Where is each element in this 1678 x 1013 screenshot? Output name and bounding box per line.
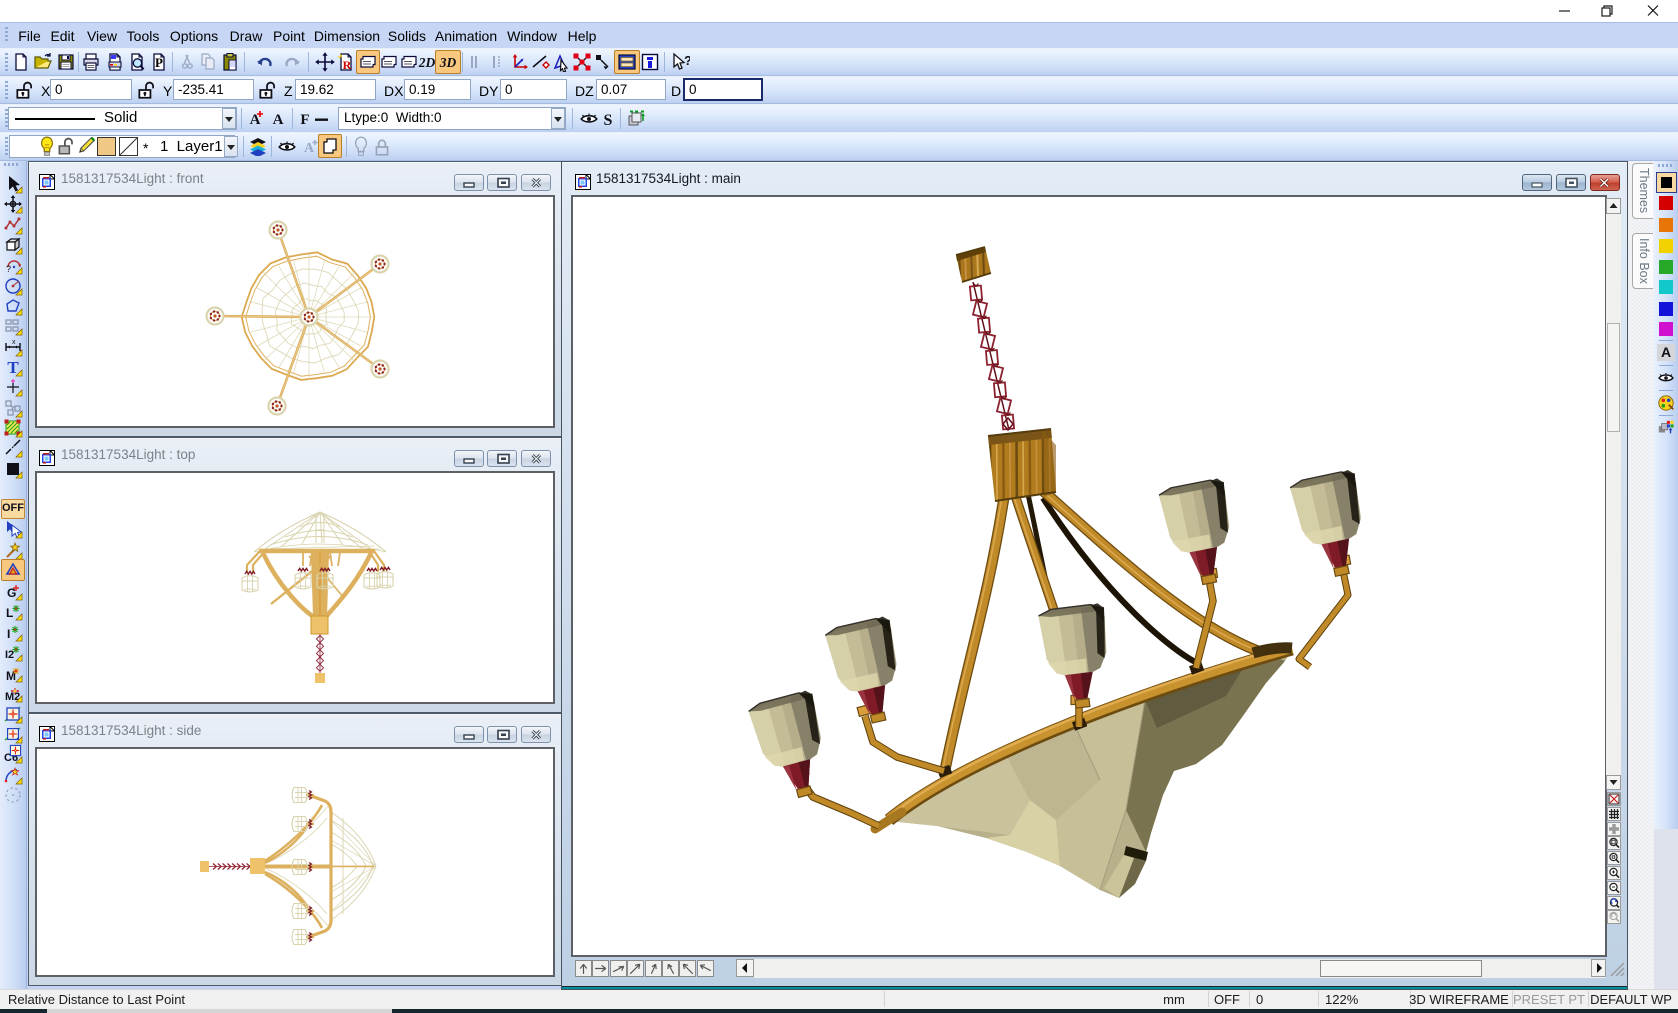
svg-text:S: S <box>604 112 613 129</box>
svg-text:A: A <box>273 112 284 128</box>
svg-text:L: L <box>6 606 13 620</box>
svg-text:x: x <box>12 339 16 346</box>
svg-text:?: ? <box>684 53 690 68</box>
svg-text:P: P <box>155 55 163 70</box>
svg-text:R: R <box>343 58 352 72</box>
svg-text:F: F <box>300 112 309 128</box>
svg-text:2D: 2D <box>418 55 436 70</box>
svg-text:I: I <box>7 627 10 641</box>
svg-text:I2: I2 <box>5 649 14 661</box>
svg-text:3D: 3D <box>439 55 457 70</box>
svg-text:A: A <box>304 141 315 156</box>
svg-text:?: ? <box>6 264 11 274</box>
